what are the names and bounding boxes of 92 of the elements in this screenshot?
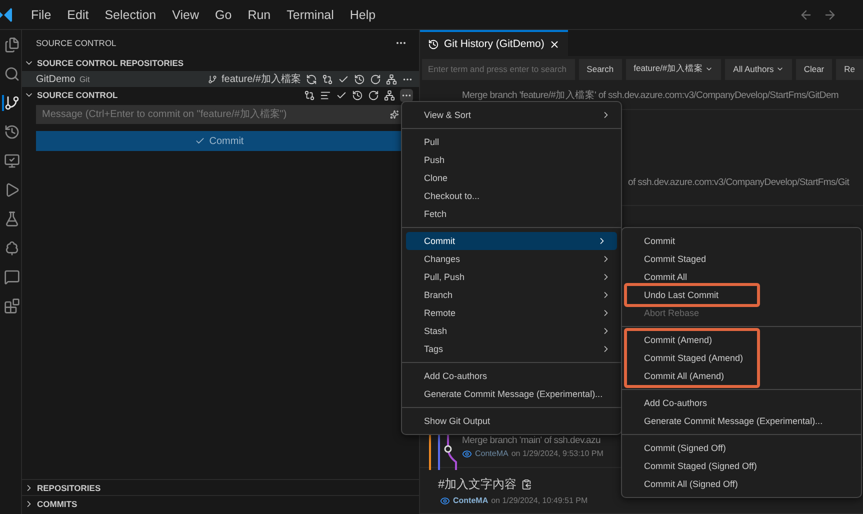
toolbar-button[interactable]: Search <box>578 58 622 80</box>
forward-arrow-icon[interactable] <box>823 8 837 22</box>
eye-icon <box>462 448 472 458</box>
extensions-icon[interactable] <box>2 298 20 314</box>
menu-item[interactable]: Commit (Signed Off) <box>622 439 861 457</box>
toolbar-button[interactable]: Re <box>836 58 863 80</box>
list-icon[interactable] <box>320 90 331 100</box>
compare-icon[interactable] <box>322 74 333 84</box>
refresh-icon[interactable] <box>368 90 379 100</box>
check-icon[interactable] <box>336 90 347 100</box>
check-icon[interactable] <box>338 74 349 84</box>
toolbar-button[interactable]: All Authors <box>725 58 792 80</box>
menu-item[interactable]: Fetch <box>402 205 621 223</box>
menu-item[interactable]: Changes <box>402 250 621 268</box>
menu-item[interactable]: Commit Staged <box>622 250 861 268</box>
eye-icon <box>440 496 450 506</box>
compare-icon[interactable] <box>304 90 315 100</box>
menu-bar-item[interactable]: Terminal <box>280 6 341 24</box>
branch-icon[interactable] <box>2 95 20 111</box>
sync-icon[interactable] <box>306 74 317 84</box>
section-title[interactable]: SOURCE CONTROL <box>37 90 118 100</box>
graph-icon[interactable] <box>386 74 397 84</box>
caret-icon <box>776 65 784 73</box>
author-name[interactable]: ConteMA <box>475 449 508 458</box>
menu-bar-item[interactable]: Go <box>208 6 239 24</box>
app-logo-icon <box>0 6 12 22</box>
more-button[interactable] <box>400 88 413 102</box>
commit-title[interactable]: #加入文字內容 <box>420 476 532 492</box>
menu-item[interactable]: Tags <box>402 340 621 358</box>
back-arrow-icon[interactable] <box>799 8 813 22</box>
check-icon <box>195 136 206 146</box>
graph-icon[interactable] <box>384 90 395 100</box>
menu-item[interactable]: Commit All <box>622 268 861 286</box>
repository-row[interactable]: GitDemo Git feature/#加入檔案 <box>22 71 419 87</box>
menu-item[interactable]: Push <box>402 151 621 169</box>
section-title[interactable]: COMMITS <box>37 498 78 508</box>
section-title[interactable]: REPOSITORIES <box>37 482 101 492</box>
toolbar-button[interactable]: Clear <box>796 58 832 80</box>
history-icon <box>428 38 439 50</box>
section-title[interactable]: SOURCE CONTROL REPOSITORIES <box>37 58 184 68</box>
menu-item[interactable]: Commit (Amend) <box>627 331 757 349</box>
menu-item[interactable]: Branch <box>402 286 621 304</box>
menu-item[interactable]: Stash <box>402 322 621 340</box>
commit-date: on 1/29/2024, 10:49:51 PM <box>491 496 588 505</box>
branch-label[interactable]: feature/#加入檔案 <box>222 72 301 86</box>
repository-provider: Git <box>79 74 90 84</box>
commit-message-field[interactable]: Message (Ctrl+Enter to commit on "feature/#加入檔案") <box>36 105 403 124</box>
commit-date: on 1/29/2024, 9:53:10 PM <box>511 449 604 458</box>
commit-title[interactable]: Merge branch 'main' of ssh.dev.azu <box>462 434 600 446</box>
caret-icon <box>705 65 714 73</box>
menu-item[interactable]: Commit All (Amend) <box>627 367 757 385</box>
sidebar-title: SOURCE CONTROL <box>36 38 116 48</box>
commit-title[interactable]: of ssh.dev.azure.com:v3/CompanyDevelop/StartFms/Git <box>628 177 850 188</box>
menu-item[interactable]: Remote <box>402 304 621 322</box>
menu-bar-item[interactable]: Selection <box>98 6 164 24</box>
author-name[interactable]: ConteMA <box>453 496 488 505</box>
menu-bar-item[interactable]: File <box>24 6 58 24</box>
editor-tab[interactable]: Git History (GitDemo) <box>420 30 568 56</box>
menu-item[interactable]: Commit <box>622 232 861 250</box>
menu-bar-item[interactable]: Run <box>240 6 278 24</box>
chat-icon[interactable] <box>2 269 20 285</box>
repository-name: GitDemo <box>36 74 76 84</box>
menu-item[interactable]: Generate Commit Message (Experimental)... <box>622 412 861 430</box>
menu-item[interactable]: Add Co-authors <box>622 394 861 412</box>
menu-item[interactable]: Pull <box>402 133 621 151</box>
close-icon[interactable] <box>549 38 560 50</box>
menu-bar-item[interactable]: View <box>165 6 206 24</box>
history-icon[interactable] <box>354 74 365 84</box>
menu-item[interactable]: Commit Staged (Amend) <box>627 349 757 367</box>
menu-item[interactable]: Commit Staged (Signed Off) <box>622 457 861 475</box>
menu-item[interactable]: Generate Commit Message (Experimental)... <box>402 385 621 403</box>
menu-item[interactable]: Add Co-authors <box>402 367 621 385</box>
branch-icon <box>208 74 217 84</box>
menu-bar-item[interactable]: Help <box>342 6 383 24</box>
commit-button[interactable]: Commit <box>36 131 403 151</box>
menu-item[interactable]: Pull, Push <box>402 268 621 286</box>
refresh-icon[interactable] <box>370 74 381 84</box>
menu-item[interactable]: Undo Last Commit <box>627 286 757 304</box>
menu-item[interactable]: Commit All (Signed Off) <box>622 475 861 493</box>
menu-item[interactable]: Clone <box>402 169 621 187</box>
clipboard-icon[interactable] <box>520 478 532 490</box>
sparkle-icon[interactable] <box>390 110 399 119</box>
commit-title[interactable]: Merge branch 'feature/#加入檔案' of ssh.dev.azure.com:v3/CompanyDevelop/StartFms/GitDem <box>462 89 839 102</box>
toolbar-button[interactable]: feature/#加入檔案 <box>626 58 722 80</box>
search-field[interactable]: Enter term and press enter to search <box>422 58 575 80</box>
monitor-icon[interactable] <box>2 153 20 169</box>
menu-bar-item[interactable]: Edit <box>60 6 96 24</box>
menu-item[interactable]: Checkout to... <box>402 187 621 205</box>
history-icon[interactable] <box>352 90 363 100</box>
menu-item[interactable]: Commit <box>406 232 617 250</box>
menu-item[interactable]: Show Git Output <box>402 412 621 430</box>
menu-item[interactable]: View & Sort <box>402 106 621 124</box>
